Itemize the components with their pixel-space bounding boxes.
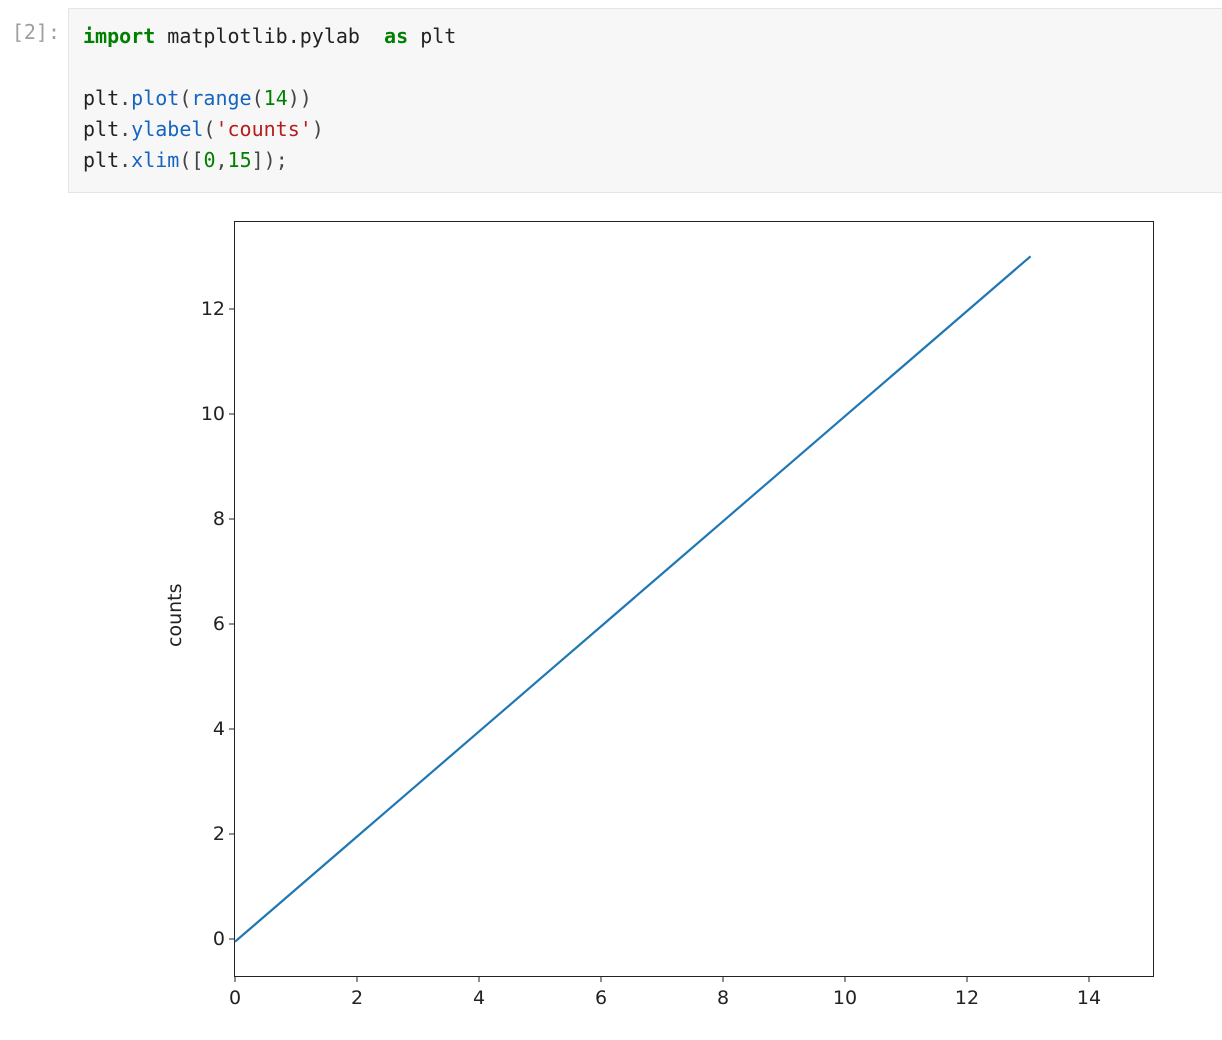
x-tick-label: 4	[473, 987, 485, 1009]
x-tick-mark	[479, 976, 480, 982]
output-area: counts 02468101214024681012	[0, 193, 1222, 1033]
kw-as: as	[384, 24, 408, 48]
x-tick-mark	[601, 976, 602, 982]
str-counts: 'counts'	[215, 117, 311, 141]
y-tick-label: 10	[191, 403, 225, 425]
y-tick-label: 2	[191, 823, 225, 845]
code-cell: [2]: import matplotlib.pylab as plt plt.…	[0, 0, 1222, 193]
x-tick-mark	[357, 976, 358, 982]
plot-output: counts 02468101214024681012	[56, 201, 1164, 1033]
alias-name: plt	[420, 24, 456, 48]
y-tick-mark	[229, 518, 235, 519]
chart-line-svg	[235, 222, 1153, 976]
x-tick-label: 0	[229, 987, 241, 1009]
y-tick-mark	[229, 308, 235, 309]
fn-ylabel: ylabel	[131, 117, 203, 141]
x-tick-label: 8	[717, 987, 729, 1009]
y-tick-mark	[229, 938, 235, 939]
x-tick-label: 12	[955, 987, 979, 1009]
fn-plot: plot	[131, 86, 179, 110]
x-tick-label: 14	[1077, 987, 1101, 1009]
x-tick-mark	[1089, 976, 1090, 982]
y-tick-mark	[229, 413, 235, 414]
cell-prompt: [2]:	[0, 8, 68, 44]
code-input[interactable]: import matplotlib.pylab as plt plt.plot(…	[68, 8, 1222, 193]
y-tick-mark	[229, 833, 235, 834]
obj: plt	[83, 86, 119, 110]
y-tick-label: 12	[191, 298, 225, 320]
y-tick-mark	[229, 623, 235, 624]
fn-xlim: xlim	[131, 148, 179, 172]
data-line	[235, 256, 1031, 941]
line-chart: counts 02468101214024681012	[64, 207, 1164, 1033]
x-tick-mark	[967, 976, 968, 982]
fn-range: range	[191, 86, 251, 110]
y-axis-label: counts	[164, 583, 186, 647]
x-tick-mark	[235, 976, 236, 982]
x-tick-mark	[723, 976, 724, 982]
y-tick-label: 0	[191, 928, 225, 950]
y-tick-label: 6	[191, 613, 225, 635]
x-tick-label: 10	[833, 987, 857, 1009]
y-tick-label: 8	[191, 508, 225, 530]
chart-axes: 02468101214024681012	[234, 221, 1154, 977]
y-tick-label: 4	[191, 718, 225, 740]
x-tick-mark	[845, 976, 846, 982]
x-tick-label: 2	[351, 987, 363, 1009]
y-tick-mark	[229, 728, 235, 729]
module-name: matplotlib.pylab	[167, 24, 360, 48]
kw-import: import	[83, 24, 155, 48]
x-tick-label: 6	[595, 987, 607, 1009]
